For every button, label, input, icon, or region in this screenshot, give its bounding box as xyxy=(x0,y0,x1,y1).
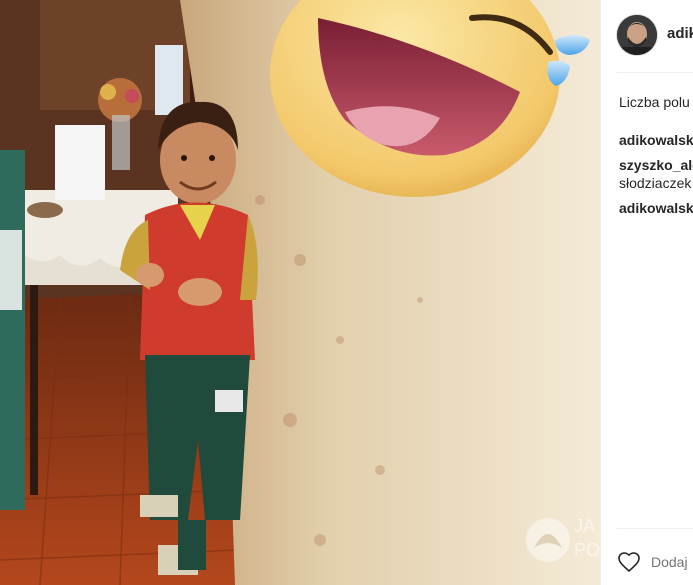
footer-divider xyxy=(617,528,693,529)
comment-text: słodziaczek xyxy=(619,175,692,191)
comment-author[interactable]: adikowalsk xyxy=(619,200,693,216)
avatar-image xyxy=(617,15,657,55)
add-comment-input[interactable] xyxy=(651,554,693,570)
post-sidebar: adik Liczba polu adikowalsk szyszko_ale … xyxy=(600,0,693,585)
header-divider xyxy=(617,72,693,73)
comment-item: adikowalsk xyxy=(619,199,693,217)
comment-author[interactable]: adikowalsk xyxy=(619,132,693,148)
watermark-text-2: PO xyxy=(574,540,600,560)
likes-count[interactable]: Liczba polu xyxy=(619,94,690,110)
username[interactable]: adik xyxy=(667,25,693,42)
comment-item: adikowalsk xyxy=(619,131,693,149)
heart-icon[interactable] xyxy=(617,550,641,574)
post-photo[interactable]: JA PO xyxy=(0,0,600,585)
avatar[interactable] xyxy=(617,15,657,55)
post-header: adik xyxy=(601,0,693,72)
watermark-text-1: JA xyxy=(574,516,595,536)
comment-author[interactable]: szyszko_ale xyxy=(619,157,693,173)
post-image: JA PO xyxy=(0,0,600,585)
comment-item: szyszko_ale słodziaczek xyxy=(619,156,693,192)
comment-list: adikowalsk szyszko_ale słodziaczek adiko… xyxy=(619,131,693,224)
